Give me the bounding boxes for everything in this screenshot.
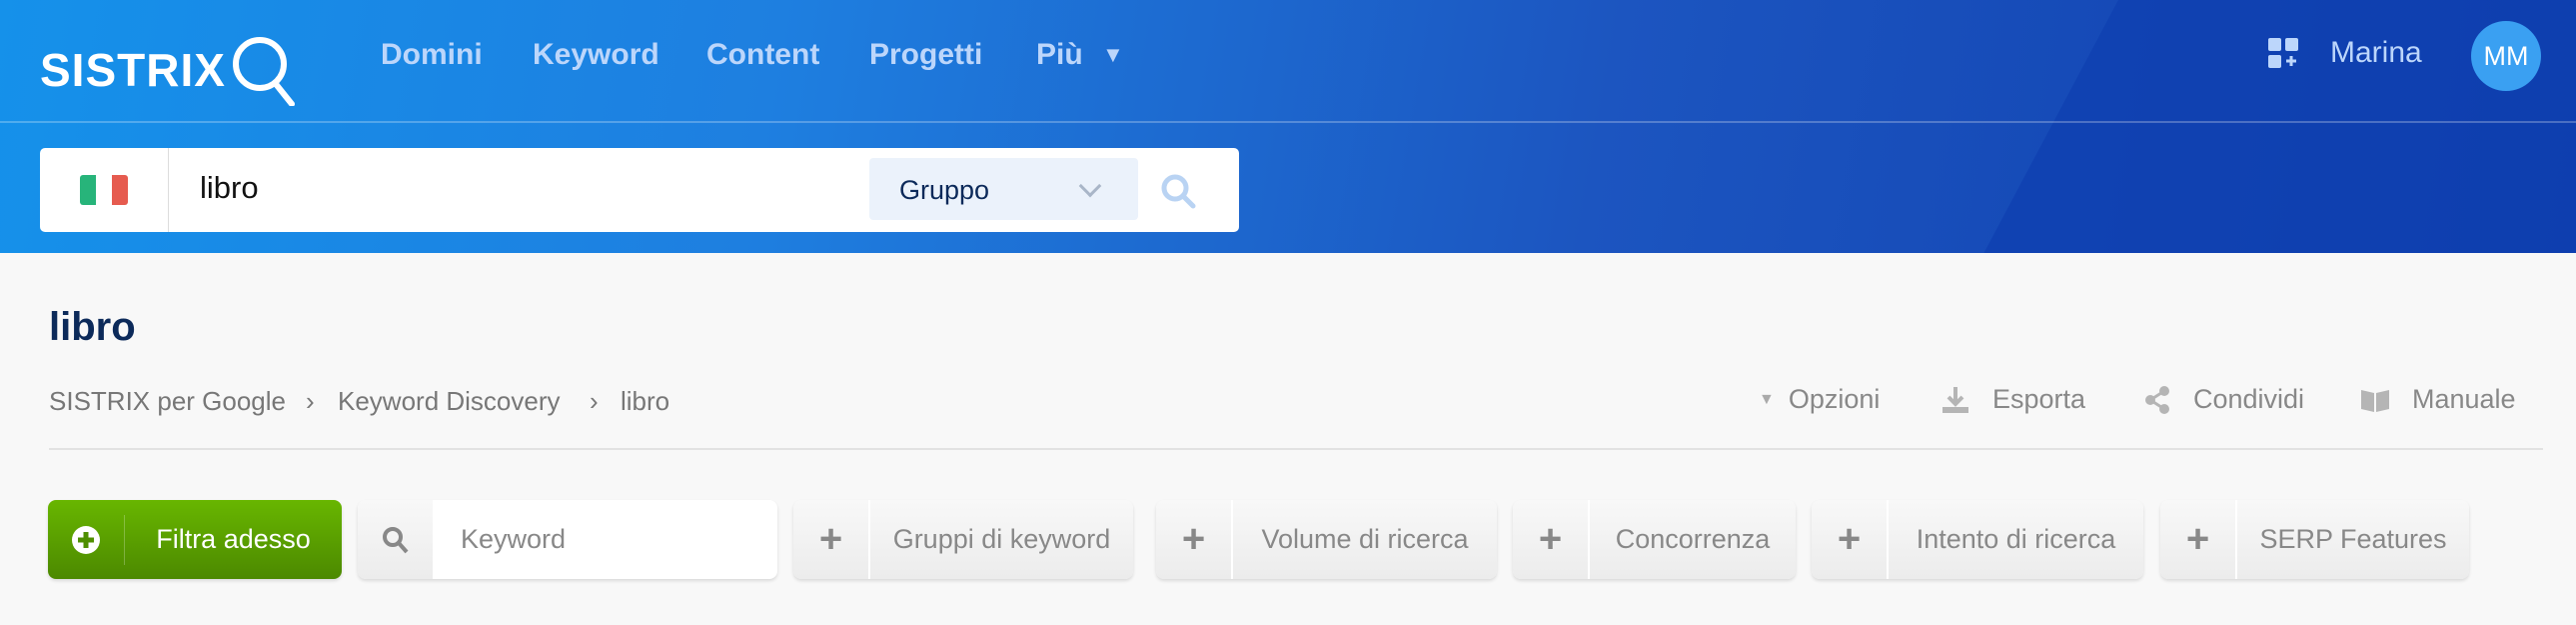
breadcrumb-keyword-discovery[interactable]: Keyword Discovery	[338, 386, 561, 417]
filter-label: Gruppi di keyword	[892, 524, 1111, 554]
caret-down-icon[interactable]: ▼	[1102, 42, 1124, 68]
breadcrumb-sistrix[interactable]: SISTRIX per Google	[49, 386, 286, 417]
country-flag-italy-icon[interactable]	[80, 175, 128, 205]
export-button[interactable]: Esporta	[1940, 384, 2085, 415]
options-button[interactable]: ▼ Opzioni	[1759, 384, 1880, 415]
plus-icon: +	[1156, 500, 1233, 579]
page-title: libro	[49, 305, 136, 349]
filter-search-intent[interactable]: + Intento di ricerca	[1812, 500, 2143, 579]
top-header: SISTRIX Domini Keyword Content Progetti …	[0, 0, 2576, 253]
filter-keyword-groups[interactable]: + Gruppi di keyword	[793, 500, 1133, 579]
options-label: Opzioni	[1788, 384, 1881, 414]
nav-progetti[interactable]: Progetti	[869, 38, 982, 72]
export-label: Esporta	[1992, 384, 2086, 414]
manual-button[interactable]: Manuale	[2360, 384, 2516, 415]
filter-label: Volume di ricerca	[1261, 524, 1469, 554]
logo-text: SISTRIX	[40, 44, 226, 96]
plus-circle-icon	[48, 514, 125, 565]
filter-label: Intento di ricerca	[1916, 524, 2116, 554]
keyword-filter-input[interactable]: Keyword	[358, 500, 777, 579]
apps-icon[interactable]	[2268, 38, 2300, 75]
share-button[interactable]: Condividi	[2143, 384, 2304, 415]
user-name[interactable]: Marina	[2330, 36, 2422, 70]
nav-content[interactable]: Content	[706, 38, 819, 72]
filter-serp-features[interactable]: + SERP Features	[2160, 500, 2469, 579]
logo-magnifier-icon	[232, 37, 295, 106]
nav-domini[interactable]: Domini	[381, 38, 483, 72]
plus-icon: +	[1513, 500, 1590, 579]
search-mode-value: Gruppo	[899, 175, 990, 205]
chevron-down-icon	[1078, 174, 1102, 198]
filter-label: SERP Features	[2259, 524, 2447, 554]
breadcrumb-current: libro	[621, 386, 670, 416]
share-icon	[2145, 385, 2169, 414]
nav-keyword[interactable]: Keyword	[533, 38, 659, 72]
download-icon	[1942, 386, 1968, 413]
nav-piu[interactable]: Più	[1036, 38, 1083, 72]
search-bar: libro Gruppo	[40, 148, 1239, 232]
plus-icon: +	[2160, 500, 2237, 579]
search-separator	[168, 148, 169, 232]
section-divider	[49, 448, 2543, 450]
nav-divider	[0, 121, 2576, 123]
sistrix-logo[interactable]: SISTRIX	[40, 34, 304, 106]
filter-label: Concorrenza	[1615, 524, 1771, 554]
search-input[interactable]: libro	[200, 170, 259, 206]
caret-down-icon: ▼	[1759, 390, 1775, 408]
keyword-placeholder: Keyword	[461, 524, 567, 554]
filter-search-volume[interactable]: + Volume di ricerca	[1156, 500, 1497, 579]
search-icon[interactable]	[1159, 172, 1199, 212]
filter-now-label: Filtra adesso	[156, 524, 311, 554]
manual-label: Manuale	[2412, 384, 2516, 414]
book-icon	[2361, 389, 2389, 412]
plus-icon: +	[1812, 500, 1889, 579]
avatar[interactable]: MM	[2471, 21, 2541, 91]
filter-competition[interactable]: + Concorrenza	[1513, 500, 1796, 579]
breadcrumb-chevron-icon: ›	[306, 386, 315, 416]
breadcrumb-chevron-icon: ›	[590, 386, 599, 416]
search-icon	[358, 500, 435, 579]
plus-icon: +	[793, 500, 870, 579]
filter-now-button[interactable]: Filtra adesso	[48, 500, 342, 579]
search-mode-select[interactable]: Gruppo	[869, 158, 1138, 220]
share-label: Condividi	[2193, 384, 2305, 414]
